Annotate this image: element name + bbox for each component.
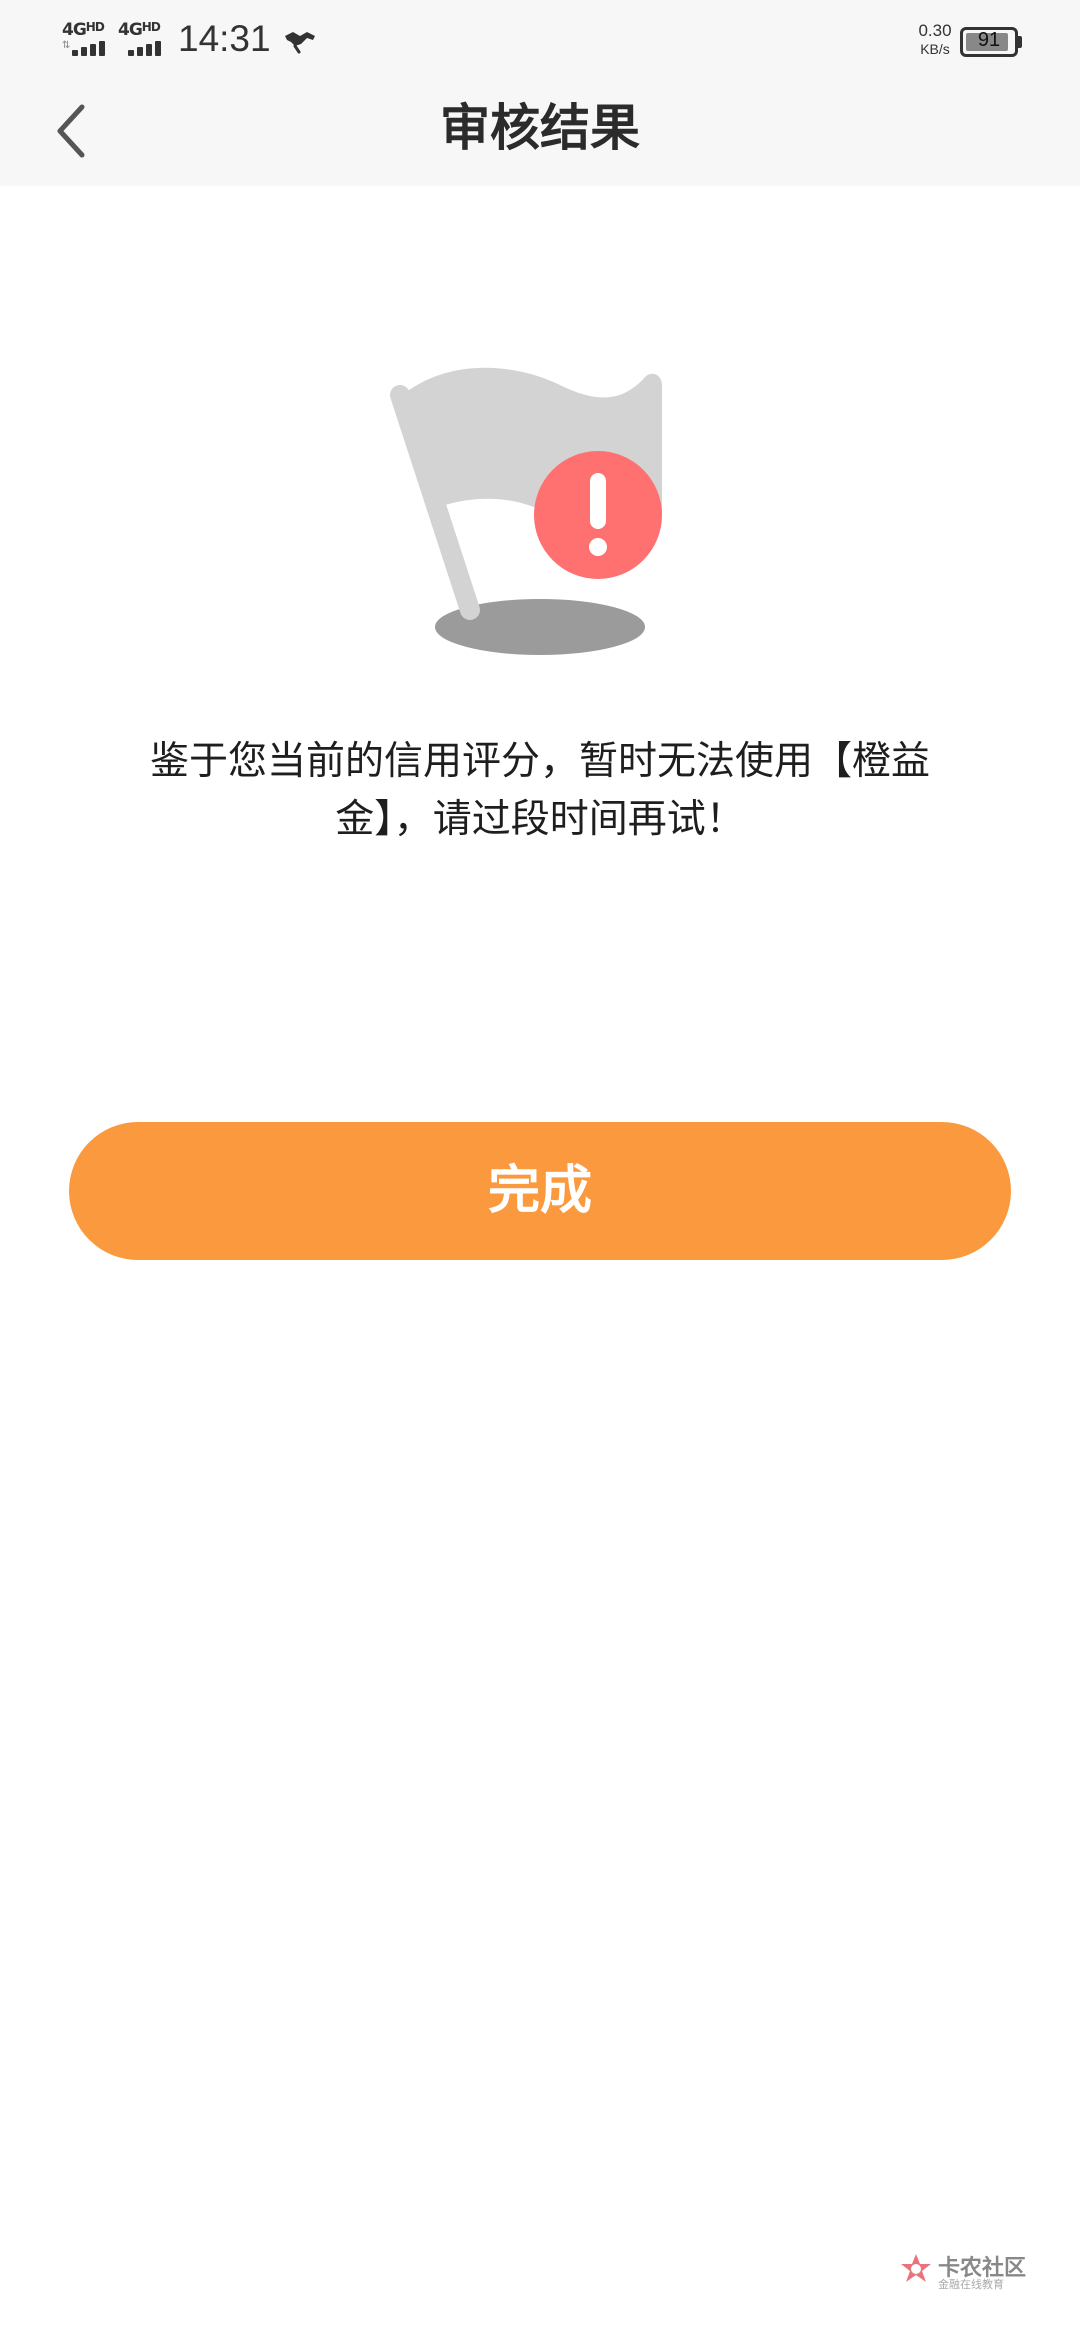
watermark: 卡农社区 金融在线教育 xyxy=(898,2246,1028,2296)
message-line-2: 金】，请过段时间再试！ xyxy=(335,797,745,842)
nav-bar: 审核结果 xyxy=(0,80,1080,186)
signal-bars-icon xyxy=(72,40,112,56)
battery-icon: 91 xyxy=(960,27,1018,57)
sim1-signal: 4GHD ⇅ xyxy=(62,20,114,60)
battery-level: 91 xyxy=(977,29,1001,51)
signal-bars-icon xyxy=(128,40,168,56)
watermark-subtitle: 金融在线教育 xyxy=(938,2278,1004,2291)
kanong-logo-icon xyxy=(901,2254,931,2282)
network-speed: 0.30 KB/s xyxy=(918,21,952,58)
status-time: 14:31 xyxy=(178,18,271,59)
message-line-1: 鉴于您当前的信用评分，暂时无法使用【橙益 xyxy=(149,739,930,784)
done-button[interactable]: 完成 xyxy=(69,1122,1011,1260)
handshake-icon xyxy=(285,32,315,54)
flag-warning-icon xyxy=(390,367,662,655)
status-bar: 4GHD ⇅ 4GHD 14:31 0.30 KB/s 91 xyxy=(0,0,1080,80)
sim2-network-label: 4GHD xyxy=(118,20,161,40)
sim1-network-label: 4GHD xyxy=(62,20,105,40)
battery-tip xyxy=(1018,36,1022,48)
data-arrows-icon: ⇅ xyxy=(62,40,71,51)
sim2-signal: 4GHD xyxy=(118,20,170,60)
page-title: 审核结果 xyxy=(440,99,640,157)
review-result-message: 鉴于您当前的信用评分，暂时无法使用【橙益 金】，请过段时间再试！ xyxy=(120,733,960,849)
